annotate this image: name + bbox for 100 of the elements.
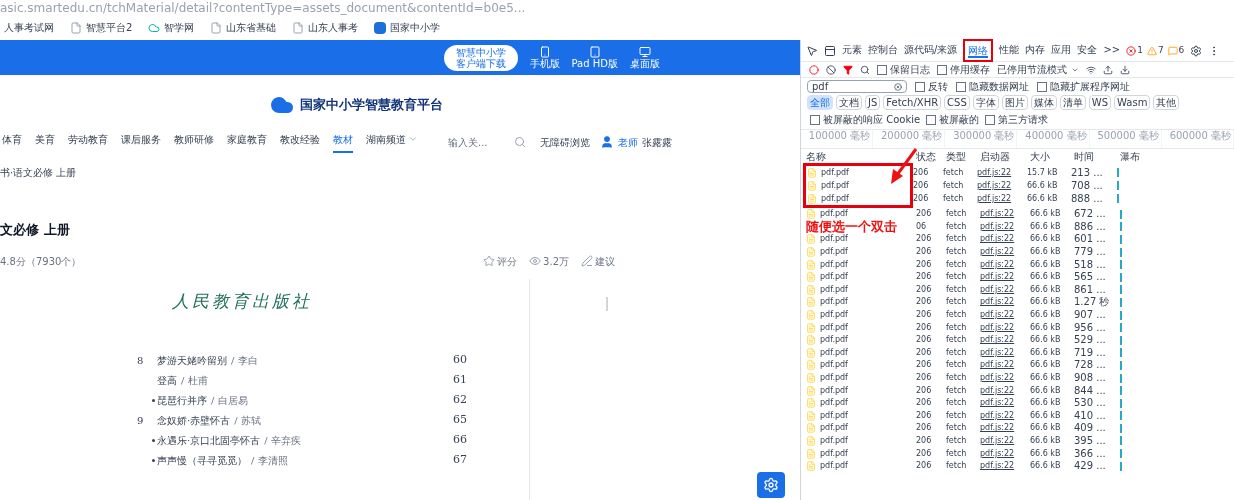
initiator-link[interactable]: pdf.js:22 [980,221,1015,231]
book-action[interactable]: 3.2万 [529,253,569,269]
request-name[interactable]: pdf.pdf [820,422,848,435]
request-name[interactable]: pdf.pdf [820,447,848,460]
request-name[interactable]: pdf.pdf [820,372,848,384]
request-name[interactable]: pdf.pdf [820,359,848,372]
request-name[interactable]: pdf.pdf [821,166,849,179]
request-name[interactable]: pdf.pdf [820,384,848,397]
request-name[interactable]: pdf.pdf [820,309,848,322]
column-header[interactable]: 时间 [1074,148,1120,164]
download-button[interactable]: 智慧中小学 客户端下载 [443,44,518,71]
issue-count[interactable]: 6 [1167,43,1185,58]
checkbox[interactable] [915,81,925,92]
type-filter-chip[interactable]: Fetch/XHR [883,95,942,110]
initiator-link[interactable]: pdf.js:22 [977,193,1012,203]
type-filter-chip[interactable]: 全部 [807,95,833,110]
devtools-tab[interactable]: 控制台 [868,42,898,59]
nav-tab[interactable]: 教改经验 [280,131,320,153]
clear-icon[interactable] [826,64,836,75]
request-name[interactable]: pdf.pdf [820,258,848,271]
initiator-link[interactable]: pdf.js:22 [980,360,1015,370]
request-name[interactable]: pdf.pdf [820,334,848,347]
column-header[interactable]: 名称 [806,148,916,164]
device-link[interactable]: 手机版 [529,57,560,70]
settings-icon[interactable] [1190,44,1203,57]
devtools-tab[interactable]: 源代码/来源 [904,42,958,59]
nav-tab[interactable]: 体育 [2,131,22,153]
type-filter-chip[interactable]: WS [1088,95,1112,110]
float-button[interactable] [757,472,785,498]
devtools-tab[interactable]: 应用 [1051,42,1072,59]
search-icon[interactable] [860,64,870,75]
bookmark[interactable]: 智慧平台2 [70,20,133,35]
request-name[interactable]: pdf.pdf [820,233,848,246]
nav-tab[interactable]: 家庭教育 [227,131,267,153]
initiator-link[interactable]: pdf.js:22 [980,398,1015,408]
filter-field[interactable]: pdf [807,80,907,93]
record-icon[interactable] [809,64,819,75]
download-icon[interactable] [1120,64,1130,75]
initiator-link[interactable]: pdf.js:22 [980,373,1015,382]
bookmark[interactable]: 山东省基础 [210,20,277,35]
user-name[interactable]: 张露露 [642,134,672,150]
accessibility-link[interactable]: 无障碍浏览 [540,134,590,150]
breadcrumb[interactable]: 书·语文必修 上册 [0,165,800,180]
type-filter-chip[interactable]: CSS [944,95,970,110]
type-filter-chip[interactable]: 媒体 [1030,95,1057,110]
column-header[interactable]: 类型 [946,148,980,164]
initiator-link[interactable]: pdf.js:22 [977,180,1012,190]
initiator-link[interactable]: pdf.js:22 [980,284,1015,294]
device-link[interactable]: Pad HD版 [571,57,618,70]
initiator-link[interactable]: pdf.js:22 [980,310,1015,320]
request-name[interactable]: pdf.pdf [820,460,848,473]
issue-count[interactable]: 1 [1126,43,1143,58]
inspect-icon[interactable] [806,44,818,57]
type-filter-chip[interactable]: Wasm [1114,95,1151,110]
checkbox[interactable] [926,114,937,125]
initiator-link[interactable]: pdf.js:22 [977,167,1012,177]
initiator-link[interactable]: pdf.js:22 [980,423,1015,433]
checkbox[interactable] [1037,81,1047,92]
checkbox[interactable] [937,64,947,75]
initiator-link[interactable]: pdf.js:22 [980,297,1015,307]
request-name[interactable]: pdf.pdf [820,346,848,359]
book-action[interactable]: 评分 [483,253,518,269]
initiator-link[interactable]: pdf.js:22 [980,410,1015,420]
nav-tab[interactable]: 教师研修 [174,131,214,153]
request-name[interactable]: pdf.pdf [820,283,848,296]
request-name[interactable]: pdf.pdf [820,208,848,221]
nav-tab[interactable]: 湖南频道 [366,131,418,153]
request-name[interactable]: pdf.pdf [821,192,849,205]
bookmark[interactable]: 人事考试网 [4,20,54,35]
initiator-link[interactable]: pdf.js:22 [980,347,1015,357]
initiator-link[interactable]: pdf.js:22 [980,436,1015,445]
initiator-link[interactable]: pdf.js:22 [980,448,1015,458]
column-header[interactable]: 状态 [916,148,946,164]
initiator-link[interactable]: pdf.js:22 [980,322,1015,332]
bookmark[interactable]: 山东人事考 [292,20,359,35]
device-toolbar-icon[interactable] [824,44,836,57]
search-field[interactable]: 输入关... [448,134,508,150]
initiator-link[interactable]: pdf.js:22 [980,461,1015,471]
request-name[interactable]: pdf.pdf [820,271,848,284]
upload-icon[interactable] [1103,64,1113,75]
device-link[interactable]: 桌面版 [630,57,660,70]
bookmark[interactable]: 国家中小学 [374,20,441,35]
request-name[interactable]: pdf.pdf [820,246,848,259]
wifi-icon[interactable] [1086,64,1096,75]
type-filter-chip[interactable]: JS [865,95,881,110]
column-header[interactable]: 大小 [1030,148,1074,164]
devtools-tab[interactable]: 内存 [1025,42,1046,59]
initiator-link[interactable]: pdf.js:22 [980,234,1015,244]
nav-tab[interactable]: 课后服务 [121,131,161,153]
type-filter-chip[interactable]: 字体 [972,95,999,110]
devtools-tab[interactable]: 性能 [999,42,1020,59]
bookmark[interactable]: 智学网 [148,20,195,35]
type-filter-chip[interactable]: 清单 [1059,95,1086,110]
request-name[interactable]: pdf.pdf [821,179,849,192]
nav-tab[interactable]: 美育 [35,131,55,153]
request-name[interactable]: pdf.pdf [820,296,848,309]
column-header[interactable]: 瀑布 [1120,148,1150,164]
type-filter-chip[interactable]: 图片 [1001,95,1028,110]
initiator-link[interactable]: pdf.js:22 [980,209,1015,219]
throttle-select[interactable]: 已停用节流模式 [997,62,1079,77]
